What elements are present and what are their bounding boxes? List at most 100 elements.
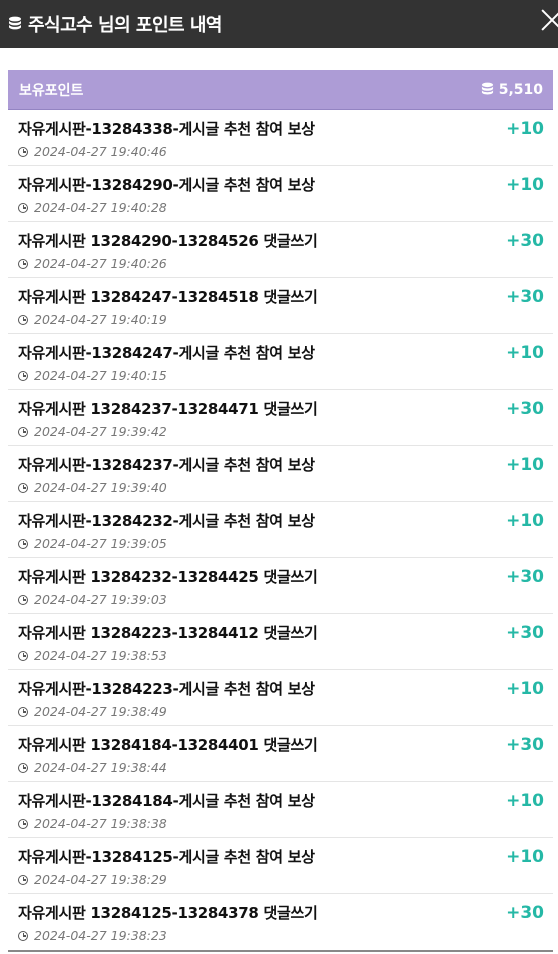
clock-icon xyxy=(18,426,28,437)
clock-icon xyxy=(18,482,28,493)
entry-points: +30 xyxy=(506,903,544,923)
clock-icon xyxy=(18,594,28,605)
list-item: 자유게시판-13284125-게시글 추천 참여 보상 2024-04-27 1… xyxy=(8,838,553,894)
entry-meta: 2024-04-27 19:40:15 xyxy=(18,368,167,383)
clock-icon xyxy=(18,314,28,325)
clock-icon xyxy=(18,762,28,773)
clock-icon xyxy=(18,818,28,829)
entry-meta: 2024-04-27 19:38:29 xyxy=(18,872,167,887)
entry-points: +30 xyxy=(506,735,544,755)
entry-meta: 2024-04-27 19:39:05 xyxy=(18,536,167,551)
list-item: 자유게시판 13284223-13284412 댓글쓰기 2024-04-27 … xyxy=(8,614,553,670)
close-icon[interactable] xyxy=(538,10,558,30)
summary-total: 5,510 xyxy=(481,82,543,98)
entry-points: +10 xyxy=(506,343,544,363)
summary-label: 보유포인트 xyxy=(19,82,84,99)
database-icon xyxy=(8,16,22,32)
entry-meta: 2024-04-27 19:40:28 xyxy=(18,200,167,215)
entry-meta: 2024-04-27 19:39:03 xyxy=(18,592,167,607)
entry-content: 자유게시판 13284247-13284518 댓글쓰기 xyxy=(18,288,318,306)
points-summary: 보유포인트 5,510 xyxy=(8,70,553,110)
entry-datetime: 2024-04-27 19:39:40 xyxy=(34,480,167,495)
clock-icon xyxy=(18,258,28,269)
clock-icon xyxy=(18,370,28,381)
entry-datetime: 2024-04-27 19:39:42 xyxy=(34,424,167,439)
entry-datetime: 2024-04-27 19:38:29 xyxy=(34,872,167,887)
entry-meta: 2024-04-27 19:40:46 xyxy=(18,144,167,159)
list-item: 자유게시판 13284125-13284378 댓글쓰기 2024-04-27 … xyxy=(8,894,553,950)
entry-datetime: 2024-04-27 19:38:38 xyxy=(34,816,167,831)
list-item: 자유게시판-13284338-게시글 추천 참여 보상 2024-04-27 1… xyxy=(8,110,553,166)
entry-points: +30 xyxy=(506,399,544,419)
clock-icon xyxy=(18,538,28,549)
entry-meta: 2024-04-27 19:38:49 xyxy=(18,704,167,719)
entry-meta: 2024-04-27 19:39:40 xyxy=(18,480,167,495)
entry-content: 자유게시판 13284232-13284425 댓글쓰기 xyxy=(18,568,318,586)
entry-points: +10 xyxy=(506,679,544,699)
entry-content: 자유게시판-13284290-게시글 추천 참여 보상 xyxy=(18,176,315,194)
page-title: 주식고수 님의 포인트 내역 xyxy=(28,15,222,36)
entry-points: +10 xyxy=(506,455,544,475)
database-icon xyxy=(481,82,494,97)
entry-datetime: 2024-04-27 19:38:44 xyxy=(34,760,167,775)
entry-points: +30 xyxy=(506,567,544,587)
popup-header: 주식고수 님의 포인트 내역 xyxy=(0,0,558,48)
list-item: 자유게시판 13284290-13284526 댓글쓰기 2024-04-27 … xyxy=(8,222,553,278)
entry-points: +10 xyxy=(506,119,544,139)
summary-total-value: 5,510 xyxy=(498,81,543,98)
entry-datetime: 2024-04-27 19:39:03 xyxy=(34,592,167,607)
entry-datetime: 2024-04-27 19:38:53 xyxy=(34,648,167,663)
entry-meta: 2024-04-27 19:38:53 xyxy=(18,648,167,663)
entry-datetime: 2024-04-27 19:38:49 xyxy=(34,704,167,719)
entry-content: 자유게시판-13284125-게시글 추천 참여 보상 xyxy=(18,848,315,866)
entry-content: 자유게시판-13284247-게시글 추천 참여 보상 xyxy=(18,344,315,362)
list-item: 자유게시판 13284247-13284518 댓글쓰기 2024-04-27 … xyxy=(8,278,553,334)
entry-points: +30 xyxy=(506,623,544,643)
points-panel: 보유포인트 5,510 자유게시판-13284338-게시글 추천 참여 보상 … xyxy=(8,70,553,952)
entry-points: +10 xyxy=(506,511,544,531)
entry-datetime: 2024-04-27 19:40:46 xyxy=(34,144,167,159)
clock-icon xyxy=(18,874,28,885)
entry-content: 자유게시판 13284184-13284401 댓글쓰기 xyxy=(18,736,318,754)
entry-content: 자유게시판 13284125-13284378 댓글쓰기 xyxy=(18,904,318,922)
entry-content: 자유게시판-13284338-게시글 추천 참여 보상 xyxy=(18,120,315,138)
clock-icon xyxy=(18,930,28,941)
points-list: 자유게시판-13284338-게시글 추천 참여 보상 2024-04-27 1… xyxy=(8,110,553,950)
entry-content: 자유게시판 13284223-13284412 댓글쓰기 xyxy=(18,624,318,642)
entry-points: +10 xyxy=(506,175,544,195)
entry-datetime: 2024-04-27 19:38:23 xyxy=(34,928,167,943)
entry-points: +10 xyxy=(506,791,544,811)
entry-meta: 2024-04-27 19:40:19 xyxy=(18,312,167,327)
list-item: 자유게시판-13284247-게시글 추천 참여 보상 2024-04-27 1… xyxy=(8,334,553,390)
entry-content: 자유게시판 13284237-13284471 댓글쓰기 xyxy=(18,400,318,418)
entry-datetime: 2024-04-27 19:40:19 xyxy=(34,312,167,327)
entry-meta: 2024-04-27 19:38:23 xyxy=(18,928,167,943)
entry-meta: 2024-04-27 19:40:26 xyxy=(18,256,167,271)
entry-meta: 2024-04-27 19:38:44 xyxy=(18,760,167,775)
list-item: 자유게시판-13284184-게시글 추천 참여 보상 2024-04-27 1… xyxy=(8,782,553,838)
clock-icon xyxy=(18,146,28,157)
clock-icon xyxy=(18,706,28,717)
entry-datetime: 2024-04-27 19:40:26 xyxy=(34,256,167,271)
entry-datetime: 2024-04-27 19:40:15 xyxy=(34,368,167,383)
list-item: 자유게시판 13284184-13284401 댓글쓰기 2024-04-27 … xyxy=(8,726,553,782)
entry-points: +10 xyxy=(506,847,544,867)
entry-datetime: 2024-04-27 19:40:28 xyxy=(34,200,167,215)
entry-meta: 2024-04-27 19:38:38 xyxy=(18,816,167,831)
entry-content: 자유게시판-13284184-게시글 추천 참여 보상 xyxy=(18,792,315,810)
entry-points: +30 xyxy=(506,231,544,251)
entry-points: +30 xyxy=(506,287,544,307)
entry-content: 자유게시판-13284223-게시글 추천 참여 보상 xyxy=(18,680,315,698)
list-item: 자유게시판-13284237-게시글 추천 참여 보상 2024-04-27 1… xyxy=(8,446,553,502)
entry-content: 자유게시판-13284232-게시글 추천 참여 보상 xyxy=(18,512,315,530)
clock-icon xyxy=(18,650,28,661)
list-item: 자유게시판-13284290-게시글 추천 참여 보상 2024-04-27 1… xyxy=(8,166,553,222)
list-item: 자유게시판 13284232-13284425 댓글쓰기 2024-04-27 … xyxy=(8,558,553,614)
entry-content: 자유게시판-13284237-게시글 추천 참여 보상 xyxy=(18,456,315,474)
list-item: 자유게시판-13284232-게시글 추천 참여 보상 2024-04-27 1… xyxy=(8,502,553,558)
list-item: 자유게시판 13284237-13284471 댓글쓰기 2024-04-27 … xyxy=(8,390,553,446)
list-item: 자유게시판-13284223-게시글 추천 참여 보상 2024-04-27 1… xyxy=(8,670,553,726)
entry-content: 자유게시판 13284290-13284526 댓글쓰기 xyxy=(18,232,318,250)
entry-datetime: 2024-04-27 19:39:05 xyxy=(34,536,167,551)
clock-icon xyxy=(18,202,28,213)
